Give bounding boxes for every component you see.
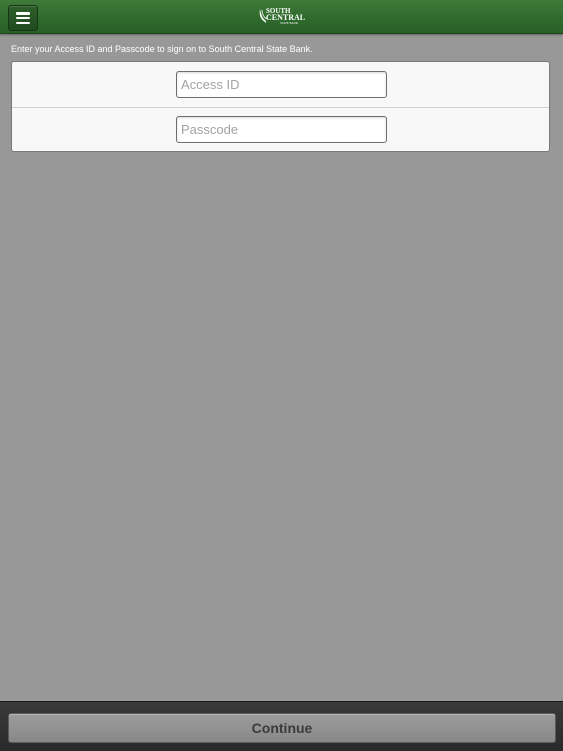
continue-button[interactable]: Continue — [8, 713, 556, 743]
bank-logo: SOUTH CENTRAL STATE BANK — [258, 8, 305, 28]
access-id-input[interactable] — [176, 71, 387, 98]
hamburger-menu-icon — [16, 12, 30, 24]
access-id-row — [12, 62, 549, 108]
passcode-row — [12, 107, 549, 152]
sign-on-instruction: Enter your Access ID and Passcode to sig… — [11, 44, 313, 54]
bottom-toolbar: Continue — [0, 701, 563, 751]
login-form-panel — [11, 61, 550, 152]
menu-button[interactable] — [8, 5, 38, 31]
logo-line-3: STATE BANK — [280, 21, 299, 25]
logo-wordmark: SOUTH CENTRAL STATE BANK — [266, 8, 305, 25]
top-navigation-bar: SOUTH CENTRAL STATE BANK — [0, 0, 563, 34]
passcode-input[interactable] — [176, 116, 387, 143]
